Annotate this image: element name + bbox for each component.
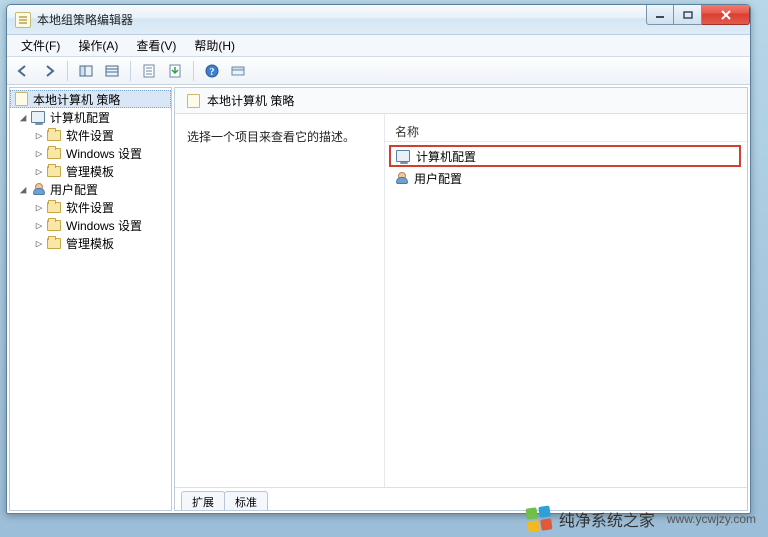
window-title: 本地组策略编辑器 bbox=[37, 11, 133, 28]
up-button[interactable] bbox=[74, 60, 98, 82]
separator bbox=[67, 61, 68, 81]
tab-label: 标准 bbox=[235, 497, 257, 509]
svg-text:?: ? bbox=[210, 67, 215, 78]
collapse-icon[interactable]: ◢ bbox=[16, 183, 30, 196]
minimize-button[interactable] bbox=[646, 5, 674, 25]
folder-icon bbox=[46, 127, 62, 143]
detail-pane: 本地计算机 策略 选择一个项目来查看它的描述。 名称 计算机配置 bbox=[174, 87, 748, 511]
user-icon bbox=[393, 170, 409, 186]
watermark-icon bbox=[525, 505, 552, 532]
expand-icon[interactable]: ▷ bbox=[32, 147, 46, 160]
app-window: 本地组策略编辑器 文件(F) 操作(A) 查看(V) 帮助(H) ? bbox=[6, 4, 751, 514]
policy-icon bbox=[13, 91, 29, 107]
menu-view[interactable]: 查看(V) bbox=[128, 35, 184, 56]
tree-pane[interactable]: 本地计算机 策略 ◢ 计算机配置 ▷ 软件设置 ▷ Windows 设置 bbox=[9, 87, 172, 511]
tree-user-config[interactable]: ◢ 用户配置 bbox=[10, 180, 171, 198]
tab-standard[interactable]: 标准 bbox=[224, 491, 268, 510]
tree-computer-label: 计算机配置 bbox=[50, 109, 110, 126]
tree-computer-config[interactable]: ◢ 计算机配置 bbox=[10, 108, 171, 126]
tree-item-software-settings[interactable]: ▷ 软件设置 bbox=[10, 198, 171, 216]
list-item-label: 计算机配置 bbox=[416, 148, 476, 165]
watermark-url: www.ycwjzy.com bbox=[667, 512, 756, 526]
list-item-computer-config[interactable]: 计算机配置 bbox=[389, 145, 741, 167]
toolbar: ? bbox=[7, 57, 750, 85]
user-icon bbox=[30, 181, 46, 197]
tab-label: 扩展 bbox=[192, 497, 214, 509]
computer-icon bbox=[395, 148, 411, 164]
forward-button[interactable] bbox=[37, 60, 61, 82]
separator bbox=[193, 61, 194, 81]
tree-item-label: 软件设置 bbox=[66, 199, 114, 216]
list-column: 名称 计算机配置 用户配置 bbox=[385, 114, 747, 487]
tree-item-label: Windows 设置 bbox=[66, 145, 142, 162]
tree-item-label: 管理模板 bbox=[66, 163, 114, 180]
policy-icon bbox=[185, 93, 201, 109]
description-column: 选择一个项目来查看它的描述。 bbox=[175, 114, 385, 487]
export-button[interactable] bbox=[163, 60, 187, 82]
tab-extended[interactable]: 扩展 bbox=[181, 491, 225, 510]
detail-title: 本地计算机 策略 bbox=[207, 92, 294, 109]
tree-user-label: 用户配置 bbox=[50, 181, 98, 198]
watermark: 纯净系统之家 www.ycwjzy.com bbox=[527, 507, 756, 531]
folder-icon bbox=[46, 217, 62, 233]
properties-button[interactable] bbox=[137, 60, 161, 82]
watermark-brand: 纯净系统之家 bbox=[559, 507, 655, 531]
show-hide-tree-button[interactable] bbox=[100, 60, 124, 82]
detail-header: 本地计算机 策略 bbox=[175, 88, 747, 114]
folder-icon bbox=[46, 145, 62, 161]
menu-action[interactable]: 操作(A) bbox=[70, 35, 126, 56]
description-text: 选择一个项目来查看它的描述。 bbox=[187, 128, 374, 145]
folder-icon bbox=[46, 199, 62, 215]
app-icon bbox=[15, 12, 31, 28]
expand-icon[interactable]: ▷ bbox=[32, 201, 46, 214]
collapse-icon[interactable]: ◢ bbox=[16, 111, 30, 124]
maximize-button[interactable] bbox=[674, 5, 702, 25]
expand-icon[interactable]: ▷ bbox=[32, 165, 46, 178]
column-header-name[interactable]: 名称 bbox=[385, 122, 747, 142]
list-item-user-config[interactable]: 用户配置 bbox=[385, 169, 747, 187]
tree-root[interactable]: 本地计算机 策略 bbox=[10, 90, 171, 108]
tree-item-software-settings[interactable]: ▷ 软件设置 bbox=[10, 126, 171, 144]
expand-icon[interactable]: ▷ bbox=[32, 219, 46, 232]
tree-item-admin-templates[interactable]: ▷ 管理模板 bbox=[10, 162, 171, 180]
menubar: 文件(F) 操作(A) 查看(V) 帮助(H) bbox=[7, 35, 750, 57]
tree-item-label: Windows 设置 bbox=[66, 217, 142, 234]
tree-item-label: 软件设置 bbox=[66, 127, 114, 144]
tree-item-windows-settings[interactable]: ▷ Windows 设置 bbox=[10, 144, 171, 162]
list-item-label: 用户配置 bbox=[414, 170, 462, 187]
menu-help[interactable]: 帮助(H) bbox=[186, 35, 243, 56]
content-area: 本地计算机 策略 ◢ 计算机配置 ▷ 软件设置 ▷ Windows 设置 bbox=[7, 85, 750, 513]
close-button[interactable] bbox=[702, 5, 750, 25]
expand-icon[interactable]: ▷ bbox=[32, 237, 46, 250]
folder-icon bbox=[46, 163, 62, 179]
tree-item-windows-settings[interactable]: ▷ Windows 设置 bbox=[10, 216, 171, 234]
tree-root-label: 本地计算机 策略 bbox=[33, 91, 120, 108]
separator bbox=[130, 61, 131, 81]
titlebar[interactable]: 本地组策略编辑器 bbox=[7, 5, 750, 35]
show-toolbar-button[interactable] bbox=[226, 60, 250, 82]
column-header-label: 名称 bbox=[395, 123, 419, 140]
back-button[interactable] bbox=[11, 60, 35, 82]
folder-icon bbox=[46, 235, 62, 251]
detail-body: 选择一个项目来查看它的描述。 名称 计算机配置 用户配置 bbox=[175, 114, 747, 488]
menu-file[interactable]: 文件(F) bbox=[13, 35, 68, 56]
help-button[interactable]: ? bbox=[200, 60, 224, 82]
computer-icon bbox=[30, 109, 46, 125]
window-controls bbox=[646, 5, 750, 25]
expand-icon[interactable]: ▷ bbox=[32, 129, 46, 142]
tree-item-label: 管理模板 bbox=[66, 235, 114, 252]
tree-item-admin-templates[interactable]: ▷ 管理模板 bbox=[10, 234, 171, 252]
